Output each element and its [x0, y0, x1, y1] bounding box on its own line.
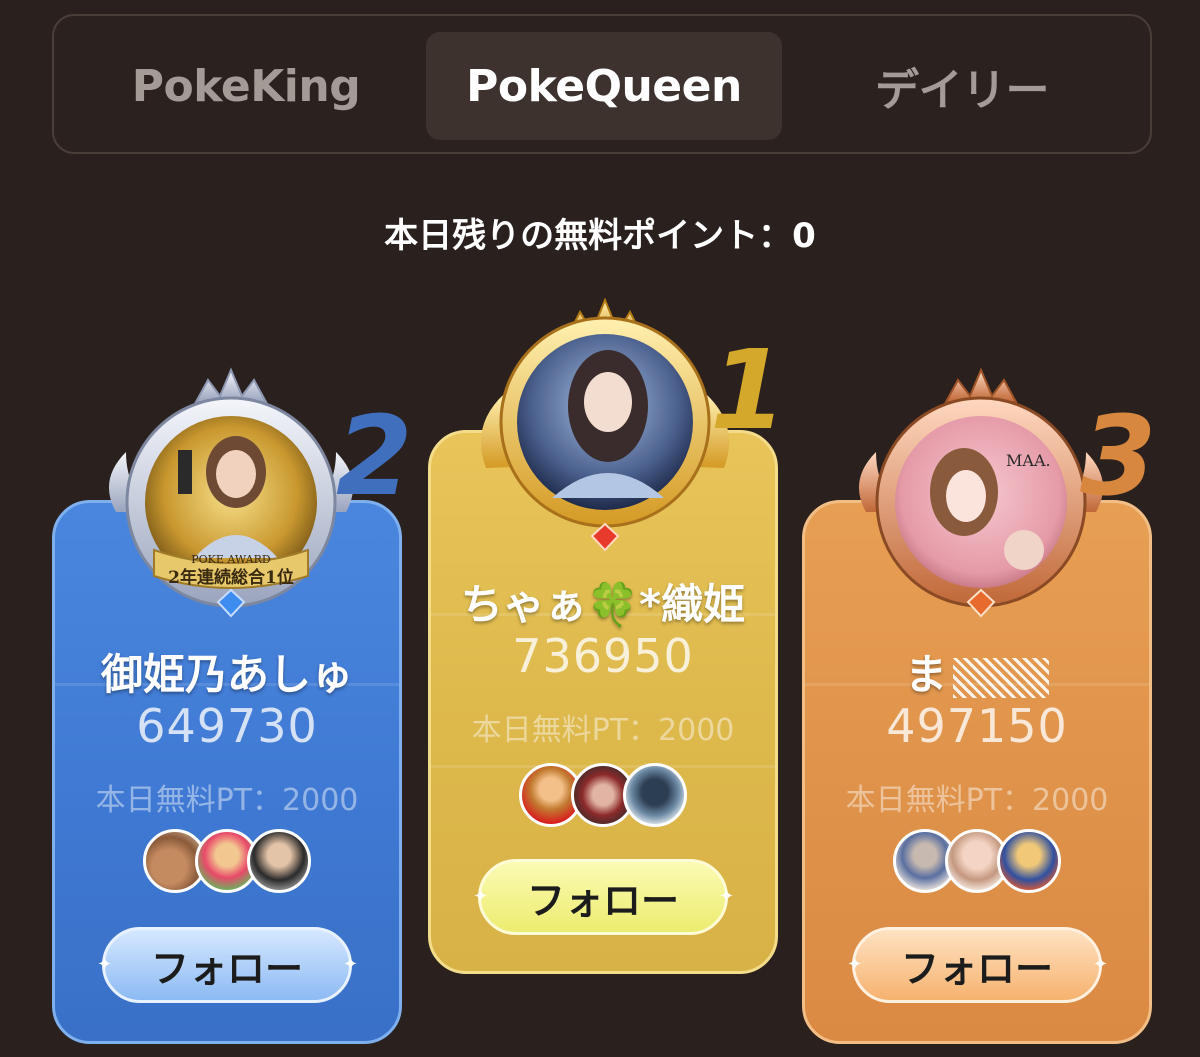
follow-label: フォロー: [900, 946, 1053, 991]
award-text: 2年連続総合1位: [168, 567, 294, 588]
user-name: ちゃぁ🍀*織姫: [460, 580, 746, 629]
follow-label: フォロー: [150, 946, 303, 991]
user-score: 497150: [886, 699, 1068, 753]
follow-label: フォロー: [526, 878, 679, 923]
sparkle-icon: ✦: [1093, 954, 1109, 975]
tab-daily[interactable]: デイリー: [784, 32, 1140, 140]
supporters-list: [805, 829, 1149, 893]
supporter-avatar[interactable]: [623, 763, 687, 827]
supporters-list: [55, 829, 399, 893]
decorative-glyphs-icon: [953, 657, 1049, 698]
supporter-avatar[interactable]: [997, 829, 1061, 893]
free-pt-label: 本日無料PT：2000: [95, 783, 359, 818]
free-points-remaining: 本日残りの無料ポイント：0: [384, 216, 816, 256]
rank-3-avatar-frame[interactable]: MAA.: [846, 362, 1116, 624]
tab-pokequeen[interactable]: PokeQueen: [426, 32, 782, 140]
supporter-avatar[interactable]: [247, 829, 311, 893]
rank-number: 1: [710, 326, 787, 454]
follow-button[interactable]: ✦ フォロー ✦: [97, 927, 358, 1003]
sparkle-icon: ✦: [719, 886, 735, 907]
rank-number: 2: [336, 392, 413, 520]
user-score: 649730: [136, 699, 318, 753]
sparkle-icon: ✦: [847, 954, 863, 975]
sparkle-icon: ✦: [473, 886, 489, 907]
supporters-list: [431, 763, 775, 827]
tab-pokeking[interactable]: PokeKing: [68, 32, 424, 140]
follow-button[interactable]: ✦ フォロー ✦: [473, 859, 734, 935]
follow-button[interactable]: ✦ フォロー ✦: [847, 927, 1108, 1003]
ranking-tabs: PokeKing PokeQueen デイリー: [52, 14, 1152, 154]
user-name: ま: [805, 641, 1149, 702]
user-score: 736950: [512, 629, 694, 683]
free-pt-label: 本日無料PT：2000: [471, 713, 735, 748]
avatar-text: MAA.: [1006, 451, 1051, 470]
sparkle-icon: ✦: [97, 954, 113, 975]
rank-number: 3: [1080, 392, 1157, 520]
gem-icon: [590, 522, 620, 552]
award-text: POKE AWARD: [191, 553, 271, 566]
ranking-screen: PokeKing PokeQueen デイリー 本日残りの無料ポイント：0 御姫…: [0, 0, 1200, 1057]
rank-1-avatar-frame[interactable]: [470, 298, 740, 560]
sparkle-icon: ✦: [343, 954, 359, 975]
free-pt-label: 本日無料PT：2000: [845, 783, 1109, 818]
user-name: 御姫乃あしゅ: [100, 650, 353, 699]
rank-2-avatar-frame[interactable]: POKE AWARD 2年連続総合1位: [96, 362, 366, 624]
